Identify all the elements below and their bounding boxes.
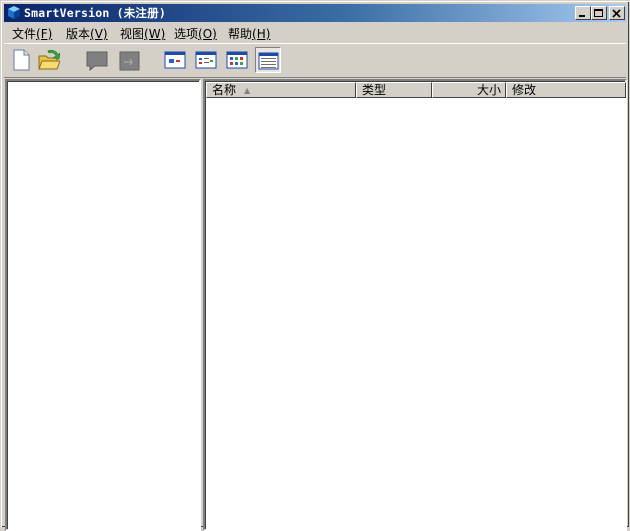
menu-version[interactable]: 版本(V) xyxy=(64,25,110,42)
maximize-icon xyxy=(594,9,603,17)
column-header-size[interactable]: 大小 xyxy=(432,82,506,98)
forward-button[interactable] xyxy=(116,47,142,73)
open-button[interactable] xyxy=(36,47,62,73)
list-header: 名称 ▲ 类型 大小 修改 xyxy=(206,82,626,98)
details-view-icon xyxy=(258,52,279,70)
minimize-icon xyxy=(579,15,585,17)
app-icon[interactable] xyxy=(7,6,21,19)
menu-file[interactable]: 文件(F) xyxy=(10,25,54,42)
forward-icon xyxy=(119,51,140,71)
small-icons-view-icon xyxy=(195,51,217,69)
minimize-button[interactable] xyxy=(575,6,591,20)
new-file-icon xyxy=(13,49,30,71)
close-icon xyxy=(612,9,621,18)
new-button[interactable] xyxy=(8,47,34,73)
details-view-button[interactable] xyxy=(255,47,281,73)
list-view-button[interactable] xyxy=(224,47,250,73)
app-window: SmartVersion (未注册) 文件(F) 版本(V) 视图(W) 选项(… xyxy=(0,0,630,531)
sort-ascending-icon: ▲ xyxy=(244,86,251,95)
toolbar xyxy=(4,43,626,78)
large-icons-view-button[interactable] xyxy=(162,47,188,73)
column-header-name[interactable]: 名称 ▲ xyxy=(206,82,356,98)
folder-tree-pane[interactable] xyxy=(5,79,201,531)
maximize-button[interactable] xyxy=(591,6,607,20)
menu-bar: 文件(F) 版本(V) 视图(W) 选项(O) 帮助(H) xyxy=(4,23,626,43)
column-header-modified[interactable]: 修改 xyxy=(506,82,626,98)
back-icon xyxy=(86,51,108,71)
open-folder-icon xyxy=(38,50,60,70)
back-button[interactable] xyxy=(84,47,110,73)
menu-help[interactable]: 帮助(H) xyxy=(226,25,272,42)
close-button[interactable] xyxy=(609,6,625,20)
menu-options[interactable]: 选项(O) xyxy=(172,25,219,42)
window-title: SmartVersion (未注册) xyxy=(24,6,166,20)
list-view-icon xyxy=(226,51,248,69)
small-icons-view-button[interactable] xyxy=(193,47,219,73)
large-icons-view-icon xyxy=(164,51,186,69)
column-header-type[interactable]: 类型 xyxy=(356,82,432,98)
file-list-pane[interactable]: 名称 ▲ 类型 大小 修改 xyxy=(203,79,627,531)
menu-view[interactable]: 视图(W) xyxy=(118,25,167,42)
title-bar[interactable]: SmartVersion (未注册) xyxy=(4,4,626,22)
